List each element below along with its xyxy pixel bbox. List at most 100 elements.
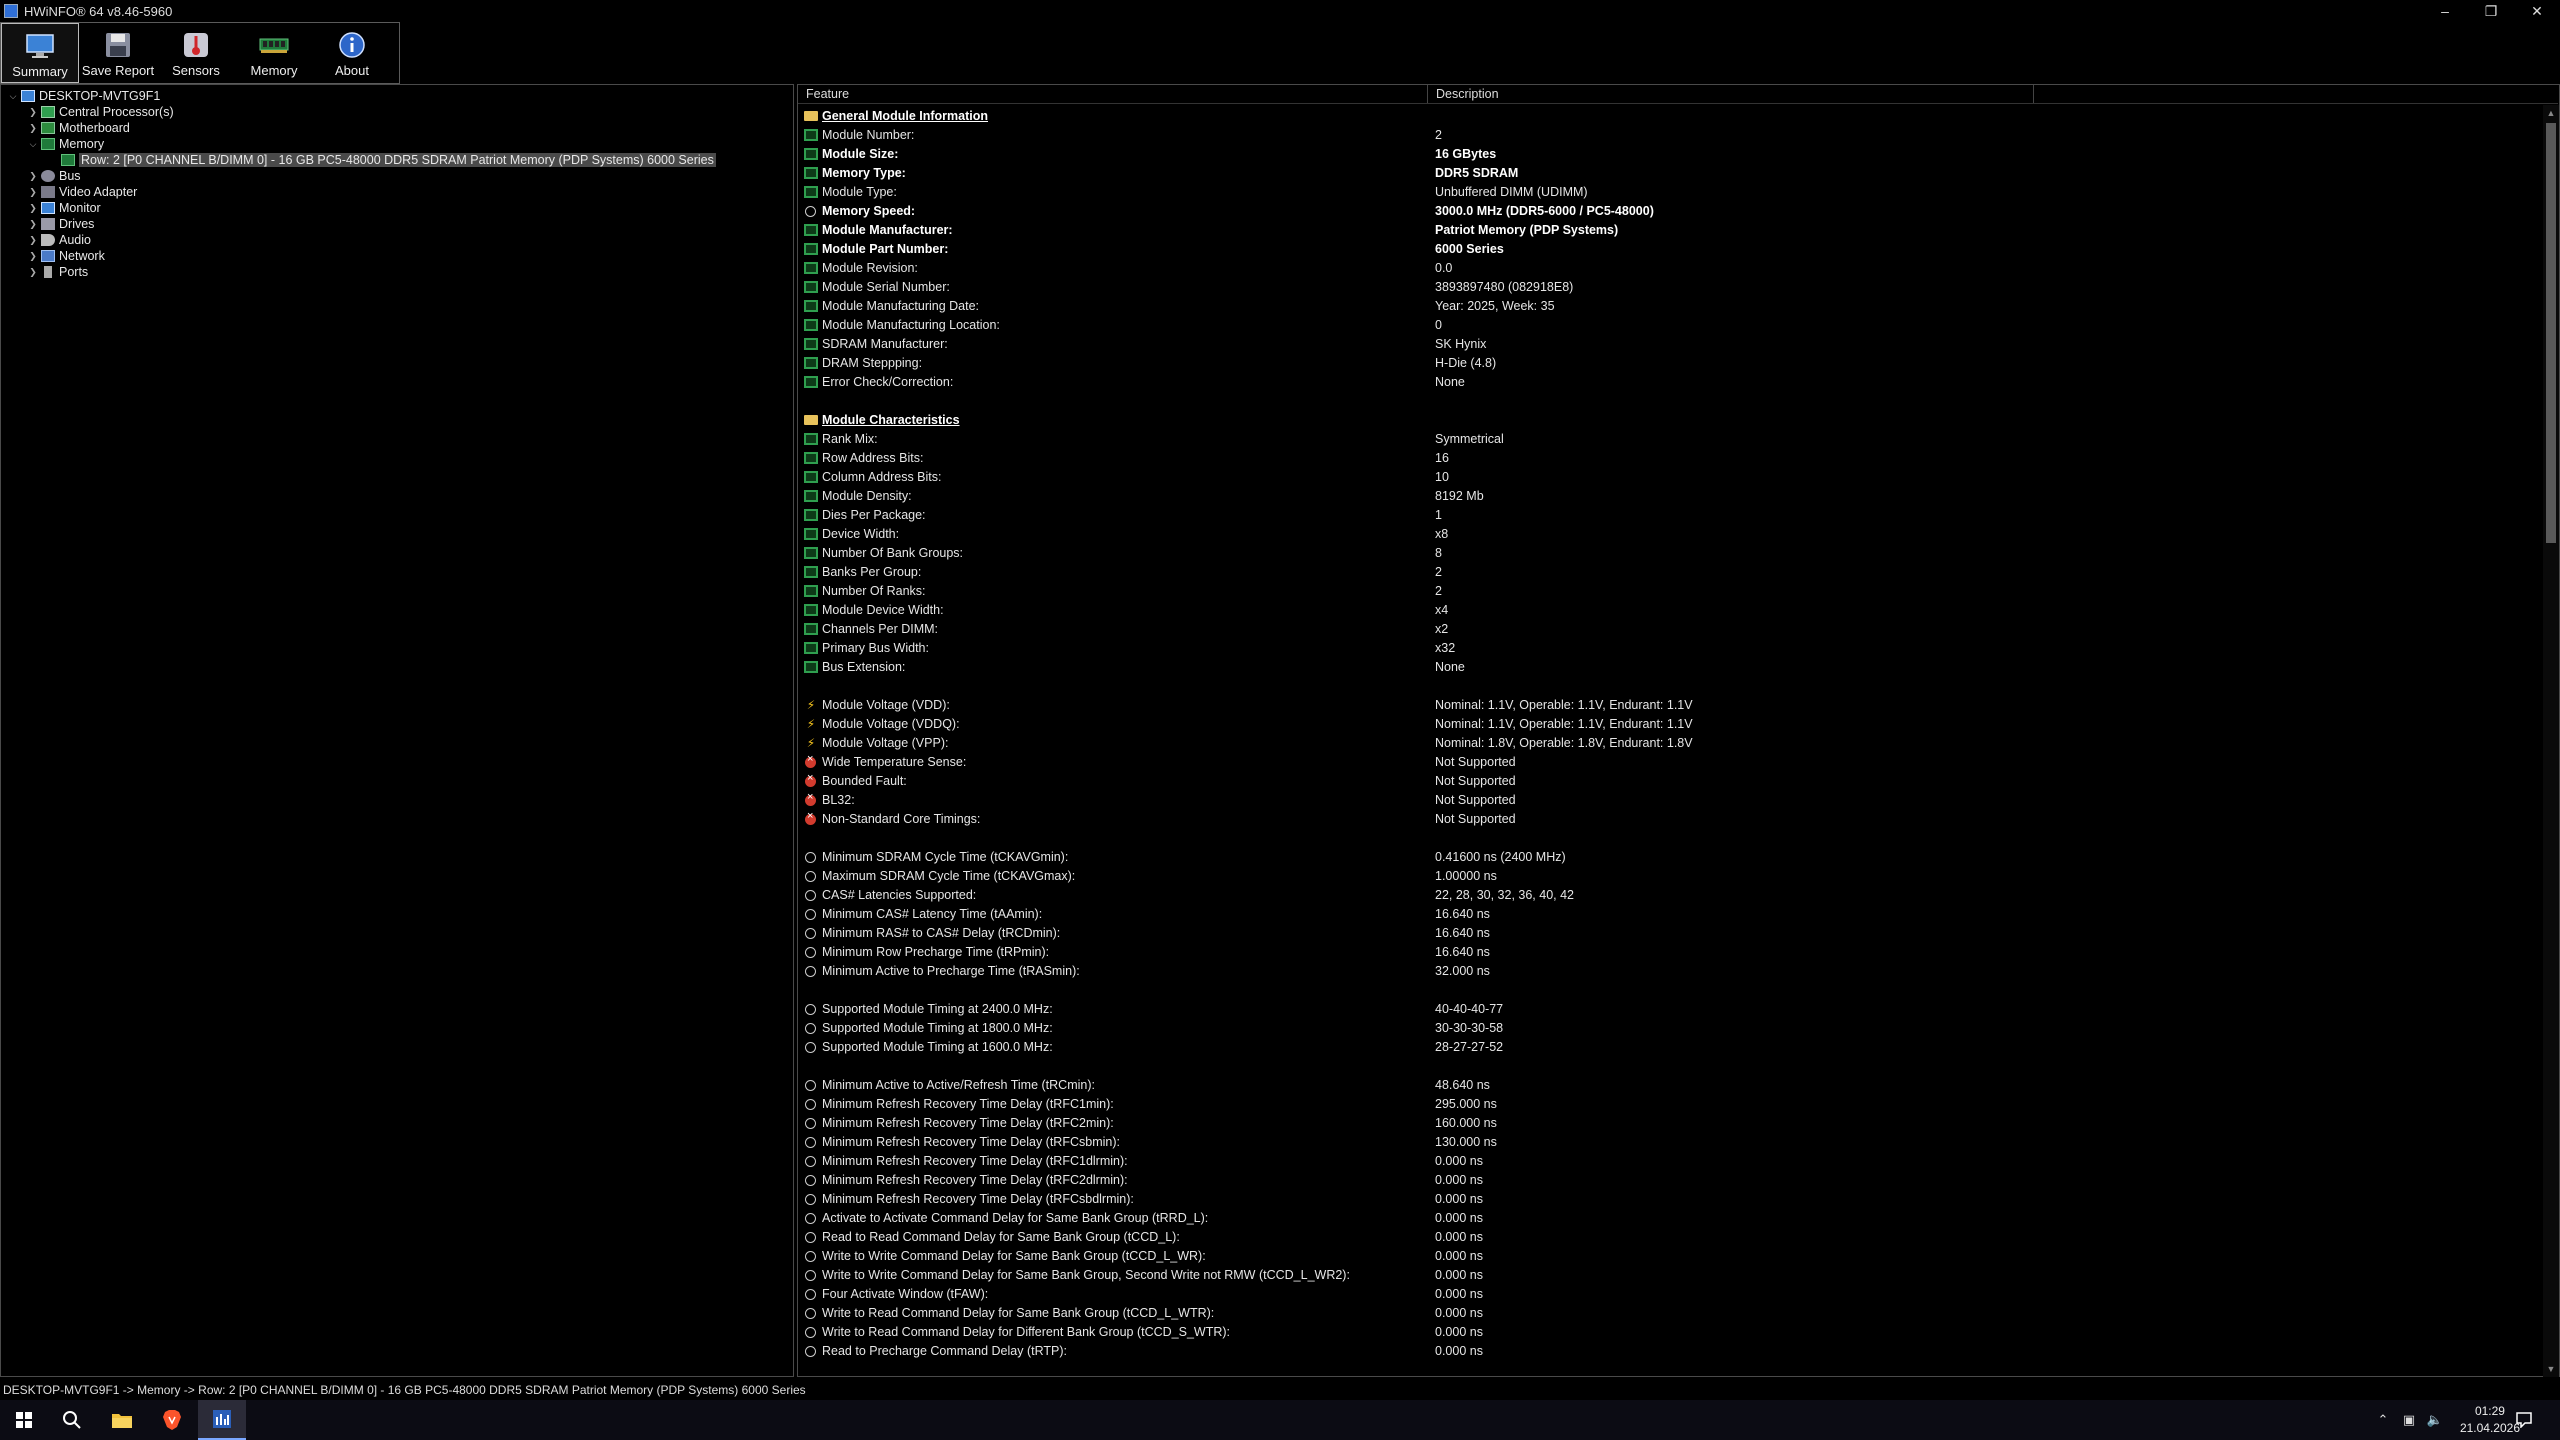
memory-button[interactable]: Memory bbox=[235, 23, 313, 83]
list-item[interactable]: Write to Write Command Delay for Same Ba… bbox=[798, 1247, 2538, 1266]
list-item[interactable]: Minimum Refresh Recovery Time Delay (tRF… bbox=[798, 1152, 2538, 1171]
tree-item-monitor[interactable]: ❯ Monitor bbox=[27, 200, 100, 216]
list-item[interactable]: Rank Mix: Symmetrical bbox=[798, 430, 2538, 449]
list-item[interactable]: Minimum Refresh Recovery Time Delay (tRF… bbox=[798, 1171, 2538, 1190]
section-header-row[interactable]: General Module Information bbox=[798, 107, 2538, 126]
list-item[interactable]: Channels Per DIMM: x2 bbox=[798, 620, 2538, 639]
list-item[interactable]: Write to Write Command Delay for Same Ba… bbox=[798, 1266, 2538, 1285]
list-item[interactable]: Module Part Number: 6000 Series bbox=[798, 240, 2538, 259]
tree-item-bus[interactable]: ❯ Bus bbox=[27, 168, 80, 184]
tree-item-motherboard[interactable]: ❯ Motherboard bbox=[27, 120, 130, 136]
expand-icon[interactable]: ❯ bbox=[27, 107, 39, 118]
list-item[interactable]: Module Size: 16 GBytes bbox=[798, 145, 2538, 164]
hwinfo-taskbar-button[interactable] bbox=[198, 1400, 246, 1440]
about-button[interactable]: About bbox=[313, 23, 391, 83]
chevron-up-icon[interactable]: ⌃ bbox=[2370, 1412, 2396, 1428]
list-item[interactable]: Minimum Active to Active/Refresh Time (t… bbox=[798, 1076, 2538, 1095]
list-item[interactable]: Minimum Refresh Recovery Time Delay (tRF… bbox=[798, 1133, 2538, 1152]
scroll-thumb[interactable] bbox=[2546, 123, 2556, 543]
tree-item-network[interactable]: ❯ Network bbox=[27, 248, 105, 264]
list-item[interactable]: Activate to Activate Command Delay for S… bbox=[798, 1209, 2538, 1228]
expand-icon[interactable]: ❯ bbox=[27, 219, 39, 230]
list-item[interactable]: ⚡ Module Voltage (VDD): Nominal: 1.1V, Ope… bbox=[798, 696, 2538, 715]
tree-item-cpu[interactable]: ❯ Central Processor(s) bbox=[27, 104, 173, 120]
minimize-button[interactable]: – bbox=[2422, 0, 2468, 22]
list-item[interactable]: Read to Precharge Command Delay (tRTP): 0… bbox=[798, 1342, 2538, 1361]
close-button[interactable]: ✕ bbox=[2514, 0, 2560, 22]
tree-item-audio[interactable]: ❯ Audio bbox=[27, 232, 91, 248]
scroll-up-icon[interactable]: ▲ bbox=[2543, 105, 2559, 121]
summary-button[interactable]: Summary bbox=[1, 23, 79, 83]
save-report-button[interactable]: Save Report bbox=[79, 23, 157, 83]
list-item[interactable]: Banks Per Group: 2 bbox=[798, 563, 2538, 582]
list-item[interactable]: BL32: Not Supported bbox=[798, 791, 2538, 810]
list-item[interactable]: Non-Standard Core Timings: Not Supported bbox=[798, 810, 2538, 829]
expand-icon[interactable]: ❯ bbox=[27, 171, 39, 182]
list-item[interactable]: Maximum SDRAM Cycle Time (tCKAVGmax): 1.0… bbox=[798, 867, 2538, 886]
list-item[interactable]: Module Serial Number: 3893897480 (082918E… bbox=[798, 278, 2538, 297]
list-item[interactable]: Number Of Bank Groups: 8 bbox=[798, 544, 2538, 563]
list-item[interactable]: Write to Read Command Delay for Differen… bbox=[798, 1323, 2538, 1342]
list-item[interactable]: Module Density: 8192 Mb bbox=[798, 487, 2538, 506]
list-item[interactable]: Row Address Bits: 16 bbox=[798, 449, 2538, 468]
list-item[interactable]: Module Number: 2 bbox=[798, 126, 2538, 145]
list-item[interactable]: CAS# Latencies Supported: 22, 28, 30, 32,… bbox=[798, 886, 2538, 905]
tree-root[interactable]: ⌵ DESKTOP-MVTG9F1 bbox=[7, 88, 161, 104]
list-item[interactable]: Column Address Bits: 10 bbox=[798, 468, 2538, 487]
restore-button[interactable]: ❐ bbox=[2468, 0, 2514, 22]
collapse-icon[interactable]: ⌵ bbox=[27, 139, 39, 150]
expand-icon[interactable]: ❯ bbox=[27, 187, 39, 198]
list-item[interactable]: Module Device Width: x4 bbox=[798, 601, 2538, 620]
list-item[interactable]: Minimum Refresh Recovery Time Delay (tRF… bbox=[798, 1190, 2538, 1209]
list-item[interactable]: Number Of Ranks: 2 bbox=[798, 582, 2538, 601]
list-item[interactable]: Minimum SDRAM Cycle Time (tCKAVGmin): 0.4… bbox=[798, 848, 2538, 867]
list-item[interactable]: Minimum Row Precharge Time (tRPmin): 16.6… bbox=[798, 943, 2538, 962]
list-item[interactable]: Module Manufacturing Date: Year: 2025, We… bbox=[798, 297, 2538, 316]
list-item[interactable]: ⚡ Module Voltage (VDDQ): Nominal: 1.1V, Op… bbox=[798, 715, 2538, 734]
search-button[interactable] bbox=[48, 1400, 96, 1440]
list-item[interactable]: Supported Module Timing at 2400.0 MHz: 40… bbox=[798, 1000, 2538, 1019]
expand-icon[interactable]: ❯ bbox=[27, 267, 39, 278]
expand-icon[interactable]: ❯ bbox=[27, 203, 39, 214]
list-item[interactable]: Module Manufacturing Location: 0 bbox=[798, 316, 2538, 335]
list-item[interactable]: Four Activate Window (tFAW): 0.000 ns bbox=[798, 1285, 2538, 1304]
list-item[interactable]: Minimum Active to Precharge Time (tRASmi… bbox=[798, 962, 2538, 981]
tree-item-ports[interactable]: ❯ Ports bbox=[27, 264, 88, 280]
list-item[interactable]: Dies Per Package: 1 bbox=[798, 506, 2538, 525]
tree-item-drives[interactable]: ❯ Drives bbox=[27, 216, 94, 232]
list-item[interactable]: Minimum Refresh Recovery Time Delay (tRF… bbox=[798, 1095, 2538, 1114]
volume-icon[interactable]: 🔈 bbox=[2422, 1412, 2448, 1428]
description-column-header[interactable]: Description bbox=[1428, 85, 2034, 103]
brave-browser-button[interactable] bbox=[148, 1400, 196, 1440]
network-icon[interactable]: ▣ bbox=[2396, 1412, 2422, 1428]
details-list[interactable]: Feature Description General Module Infor… bbox=[797, 84, 2560, 1377]
expand-icon[interactable]: ❯ bbox=[27, 251, 39, 262]
file-explorer-button[interactable] bbox=[98, 1400, 146, 1440]
list-item[interactable]: Module Manufacturer: Patriot Memory (PDP … bbox=[798, 221, 2538, 240]
list-item[interactable]: Write to Read Command Delay for Same Ban… bbox=[798, 1304, 2538, 1323]
expand-icon[interactable]: ❯ bbox=[27, 123, 39, 134]
list-item[interactable]: SDRAM Manufacturer: SK Hynix bbox=[798, 335, 2538, 354]
list-item[interactable]: Supported Module Timing at 1600.0 MHz: 28… bbox=[798, 1038, 2538, 1057]
list-item[interactable]: Memory Speed: 3000.0 MHz (DDR5-6000 / PC5… bbox=[798, 202, 2538, 221]
list-item[interactable]: Minimum CAS# Latency Time (tAAmin): 16.64… bbox=[798, 905, 2538, 924]
list-item[interactable]: ⚡ Module Voltage (VPP): Nominal: 1.8V, Ope… bbox=[798, 734, 2538, 753]
list-item[interactable]: Wide Temperature Sense: Not Supported bbox=[798, 753, 2538, 772]
list-item[interactable]: Read to Read Command Delay for Same Bank… bbox=[798, 1228, 2538, 1247]
tree-item-video-adapter[interactable]: ❯ Video Adapter bbox=[27, 184, 137, 200]
list-item[interactable]: Module Type: Unbuffered DIMM (UDIMM) bbox=[798, 183, 2538, 202]
list-item[interactable]: Memory Type: DDR5 SDRAM bbox=[798, 164, 2538, 183]
list-item[interactable]: Primary Bus Width: x32 bbox=[798, 639, 2538, 658]
scroll-down-icon[interactable]: ▼ bbox=[2543, 1361, 2559, 1377]
sensors-button[interactable]: Sensors bbox=[157, 23, 235, 83]
list-item[interactable]: Minimum Refresh Recovery Time Delay (tRF… bbox=[798, 1114, 2538, 1133]
tree-item-memory-row[interactable]: Row: 2 [P0 CHANNEL B/DIMM 0] - 16 GB PC5… bbox=[47, 152, 716, 168]
tree-item-memory[interactable]: ⌵ Memory bbox=[27, 136, 105, 152]
list-item[interactable]: DRAM Steppping: H-Die (4.8) bbox=[798, 354, 2538, 373]
notifications-button[interactable] bbox=[2500, 1400, 2548, 1440]
collapse-icon[interactable]: ⌵ bbox=[7, 91, 19, 102]
section-header-row[interactable]: Module Characteristics bbox=[798, 411, 2538, 430]
list-item[interactable]: Bounded Fault: Not Supported bbox=[798, 772, 2538, 791]
list-item[interactable]: Module Revision: 0.0 bbox=[798, 259, 2538, 278]
feature-column-header[interactable]: Feature bbox=[798, 85, 1428, 103]
